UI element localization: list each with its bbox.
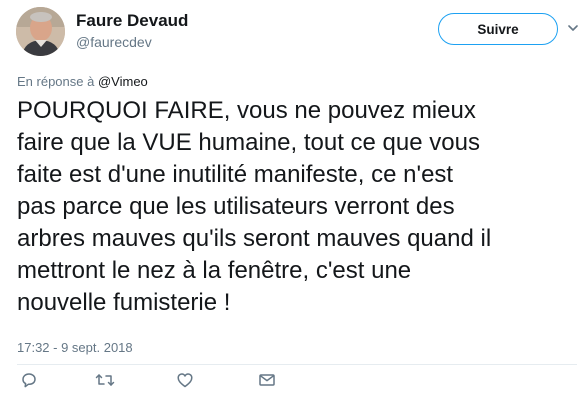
tweet-text-line: POURQUOI FAIRE, vous ne pouvez mieux <box>17 97 476 124</box>
tweet-timestamp[interactable]: 17:32 - 9 sept. 2018 <box>17 340 133 355</box>
tweet-text: POURQUOI FAIRE, vous ne pouvez mieux fai… <box>17 95 577 319</box>
tweet-text-line: pas parce que les utilisateurs verront d… <box>17 193 455 220</box>
tweet-text-line: mettront le nez à la fenêtre, c'est une <box>17 257 412 284</box>
reply-icon[interactable] <box>20 371 38 389</box>
author-name[interactable]: Faure Devaud <box>76 11 188 31</box>
reply-prefix: En réponse à <box>17 74 95 89</box>
tweet-text-line: arbres mauves qu'ils seront mauves quand… <box>17 225 492 252</box>
avatar-image <box>16 7 65 56</box>
reply-mention-link[interactable]: @Vimeo <box>98 74 148 89</box>
tweet-text-line: nouvelle fumisterie ! <box>17 289 231 316</box>
tweet-text-line: faire que la VUE humaine, tout ce que vo… <box>17 129 480 156</box>
avatar[interactable] <box>16 7 65 56</box>
follow-button-label: Suivre <box>477 21 519 37</box>
retweet-icon[interactable] <box>95 371 115 389</box>
divider <box>17 364 577 365</box>
reply-context: En réponse à @Vimeo <box>17 74 148 89</box>
author-handle[interactable]: @faurecdev <box>76 34 152 50</box>
chevron-down-icon[interactable] <box>568 20 578 31</box>
tweet-text-line: faite est d'une inutilité manifeste, ce … <box>17 161 454 188</box>
heart-icon[interactable] <box>176 371 194 389</box>
follow-button[interactable]: Suivre <box>438 13 558 45</box>
envelope-icon[interactable] <box>258 371 276 389</box>
